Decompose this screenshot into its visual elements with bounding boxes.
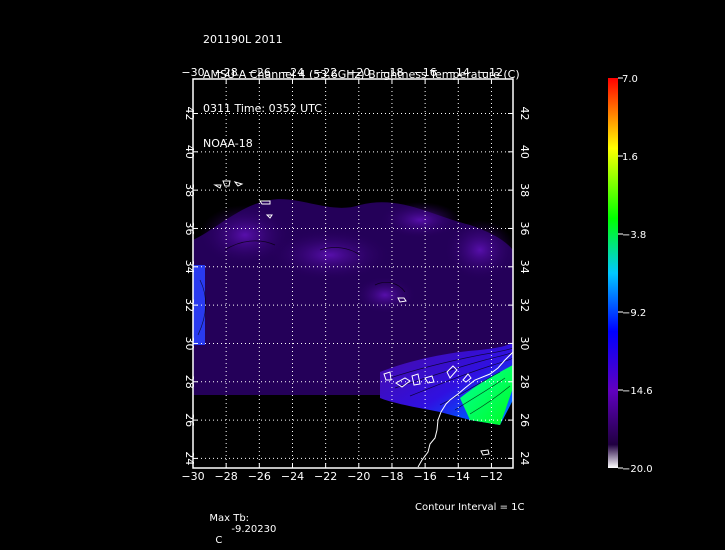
- y-tick-label-left: 28: [183, 375, 196, 389]
- brightness-temperature-map: −30−30−28−28−26−26−24−24−22−22−20−20−18−…: [181, 66, 653, 483]
- azores-3: [233, 181, 244, 187]
- y-tick-label-left: 24: [183, 451, 196, 465]
- x-tick-label-bottom: −16: [414, 470, 437, 483]
- max-tb-value: -9.20230: [231, 524, 277, 535]
- x-tick-label-bottom: −24: [281, 470, 304, 483]
- max-tb-label: Max Tb:: [209, 513, 250, 524]
- y-tick-label-right: 26: [518, 413, 531, 427]
- max-tb-unit: C: [215, 535, 223, 546]
- swath-blob-4: [445, 220, 513, 280]
- y-tick-label-right: 34: [518, 260, 531, 274]
- x-tick-label-bottom: −30: [181, 470, 204, 483]
- x-tick-label-bottom: −22: [314, 470, 337, 483]
- colorbar-tick-label: −14.6: [622, 386, 653, 397]
- colorbar-tick-label: −9.2: [622, 308, 646, 319]
- x-tick-label-top: −20: [347, 66, 370, 79]
- x-tick-label-bottom: −26: [248, 470, 271, 483]
- colorbar-strip: [608, 78, 618, 468]
- x-tick-label-bottom: −18: [380, 470, 403, 483]
- y-tick-label-left: 30: [183, 336, 196, 350]
- x-tick-label-top: −28: [215, 66, 238, 79]
- y-tick-label-left: 34: [183, 260, 196, 274]
- x-tick-label-top: −12: [480, 66, 503, 79]
- y-tick-label-right: 40: [518, 145, 531, 159]
- y-tick-label-left: 38: [183, 183, 196, 197]
- x-tick-label-bottom: −20: [347, 470, 370, 483]
- colorbar-tick-label: 7.0: [622, 74, 638, 85]
- y-tick-label-left: 32: [183, 298, 196, 312]
- y-tick-label-right: 42: [518, 106, 531, 120]
- y-tick-label-left: 36: [183, 221, 196, 235]
- y-tick-label-right: 36: [518, 221, 531, 235]
- x-tick-label-bottom: −14: [447, 470, 470, 483]
- max-tb-readout: Max Tb: -9.20230 C: [203, 502, 276, 546]
- colorbar-tick-label: 1.6: [622, 152, 638, 163]
- colorbar-ticks: 7.0 1.6 −3.8 −9.2 −14.6 −20.0: [618, 74, 653, 475]
- y-tick-label-left: 40: [183, 145, 196, 159]
- colorbar-tick-label: −20.0: [622, 464, 653, 475]
- x-tick-label-top: −22: [314, 66, 337, 79]
- y-tick-label-right: 30: [518, 336, 531, 350]
- y-tick-label-right: 24: [518, 451, 531, 465]
- swath-blob-2: [270, 230, 390, 280]
- x-tick-label-top: −30: [181, 66, 204, 79]
- x-tick-label-bottom: −12: [480, 470, 503, 483]
- island-south: [480, 449, 490, 456]
- y-tick-label-right: 38: [518, 183, 531, 197]
- temperature-field: [193, 199, 513, 425]
- y-tick-label-left: 26: [183, 413, 196, 427]
- x-tick-label-top: −16: [414, 66, 437, 79]
- azores-1: [213, 184, 222, 189]
- contour-interval: Contour Interval = 1C: [415, 502, 525, 513]
- x-tick-label-bottom: −28: [215, 470, 238, 483]
- x-tick-label-top: −24: [281, 66, 304, 79]
- x-tick-label-top: −14: [447, 66, 470, 79]
- y-tick-label-right: 28: [518, 375, 531, 389]
- x-tick-label-top: −26: [248, 66, 271, 79]
- y-tick-label-left: 42: [183, 106, 196, 120]
- colorbar-tick-label: −3.8: [622, 230, 646, 241]
- y-tick-label-right: 32: [518, 298, 531, 312]
- x-tick-label-top: −18: [380, 66, 403, 79]
